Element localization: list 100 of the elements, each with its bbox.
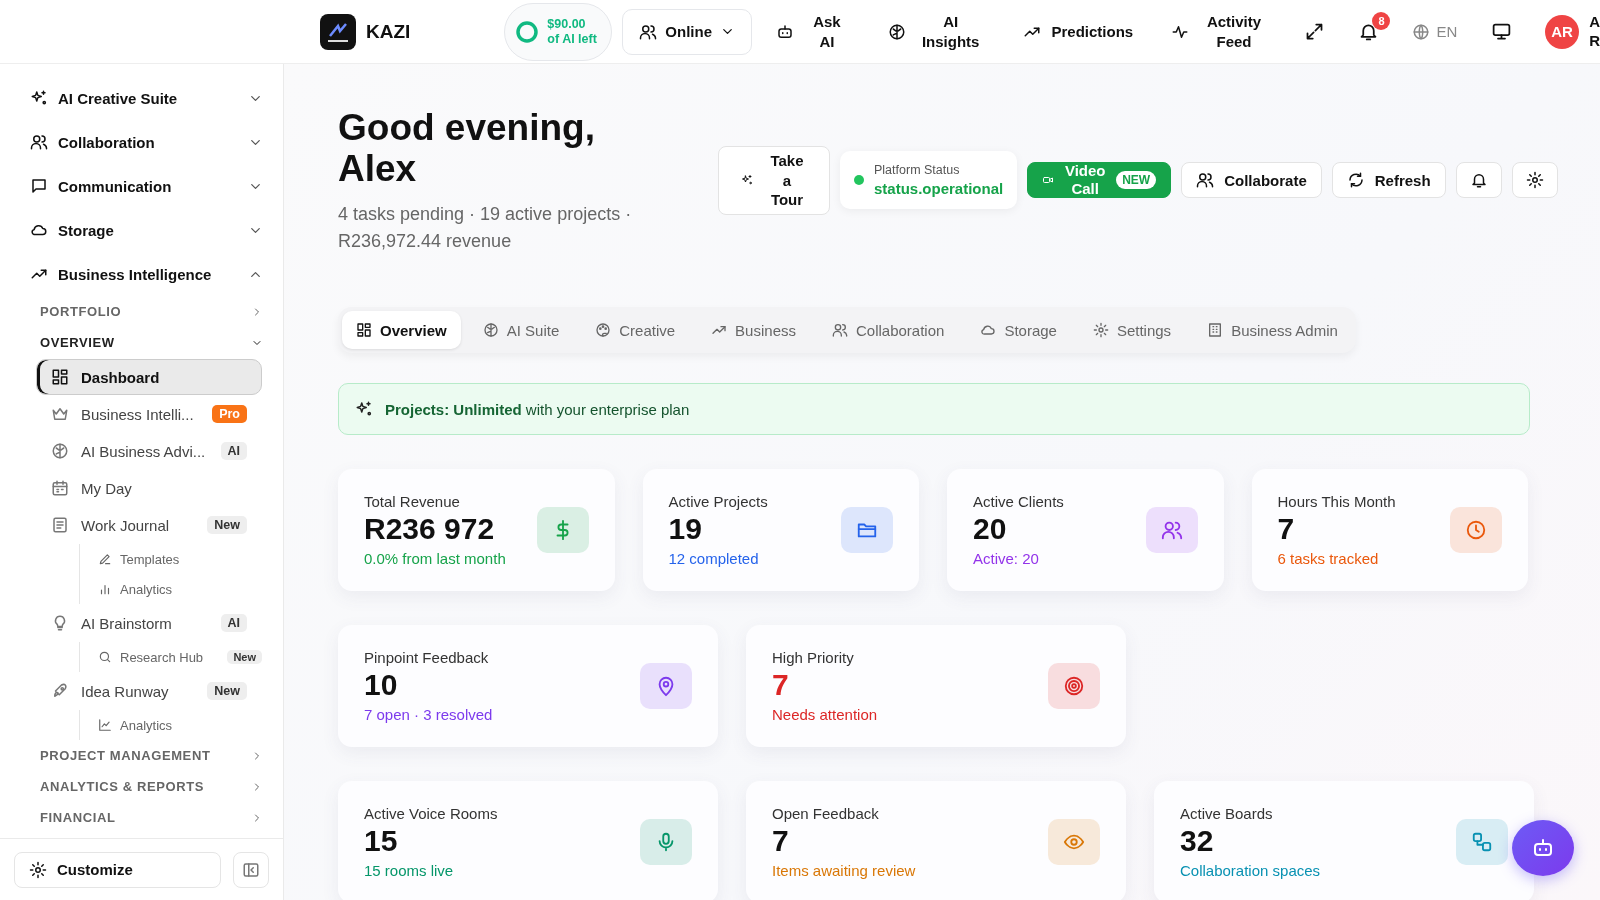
- metric-note: 7 open · 3 resolved: [364, 706, 493, 724]
- collapse-sidebar-button[interactable]: [233, 851, 269, 888]
- settings-button[interactable]: [1511, 162, 1558, 199]
- sparkle-icon: [30, 89, 48, 107]
- tab[interactable]: Collaboration: [818, 311, 959, 350]
- chat-icon: [30, 177, 48, 195]
- nav-button[interactable]: Predictions: [1009, 8, 1148, 55]
- status-value: status.operational: [874, 180, 1004, 198]
- metric-value: 10: [364, 668, 399, 703]
- nav-button[interactable]: Activity Feed: [1157, 8, 1283, 55]
- sidebar-group[interactable]: Business Intelligence: [30, 252, 263, 296]
- language-button[interactable]: EN: [1400, 22, 1470, 41]
- sidebar-item[interactable]: AI Business Advi... AI: [36, 433, 262, 469]
- tab[interactable]: Settings: [1078, 311, 1186, 350]
- notifications-button[interactable]: [1455, 162, 1502, 199]
- logo-icon: [320, 13, 356, 50]
- tab[interactable]: AI Suite: [468, 311, 574, 350]
- sidebar-group[interactable]: Communication: [30, 164, 263, 208]
- metric-value: 7: [1277, 512, 1296, 547]
- pencil-icon: [98, 552, 112, 566]
- metric-title: Active Clients: [973, 493, 1064, 511]
- user-name: R: [1589, 31, 1600, 51]
- tab[interactable]: Overview: [342, 311, 461, 350]
- sidebar-item[interactable]: AI Brainstorm AI: [36, 605, 262, 641]
- grid-icon: [356, 322, 372, 339]
- globe-icon: [1412, 22, 1431, 41]
- palette-icon: [595, 322, 612, 339]
- sidebar-subitem[interactable]: Templates: [80, 544, 262, 574]
- settings-icon: [29, 860, 47, 879]
- sidebar-item[interactable]: Business Intelli... Pro: [36, 396, 262, 432]
- metric-note: Active: 20: [973, 550, 1040, 568]
- nav-button[interactable]: AI Insights: [873, 8, 1000, 55]
- metric-note: 6 tasks tracked: [1277, 550, 1380, 568]
- bell-icon: [1469, 171, 1488, 190]
- sidebar-group[interactable]: Collaboration: [30, 120, 263, 164]
- brain-icon: [887, 22, 906, 41]
- sidebar-group[interactable]: Storage: [30, 208, 263, 252]
- sparkle-icon: [741, 174, 753, 187]
- sidebar-subitem[interactable]: Research Hub New: [80, 642, 262, 672]
- boards-icon: [1471, 831, 1493, 854]
- metric-note: 15 rooms live: [364, 862, 455, 880]
- sidebar-item[interactable]: My Day: [36, 470, 262, 506]
- sidebar-section[interactable]: PORTFOLIO: [30, 296, 263, 327]
- crown-icon: [51, 405, 69, 423]
- target-icon: [1063, 675, 1085, 698]
- progress-ring-icon: [515, 19, 540, 44]
- sidebar-section[interactable]: OVERVIEW: [30, 327, 263, 358]
- badge: AI: [220, 614, 247, 632]
- metric-value: 19: [668, 512, 703, 547]
- brain-icon: [51, 442, 69, 460]
- metric-value: 20: [973, 512, 1008, 547]
- tab[interactable]: Creative: [581, 311, 690, 350]
- metric-note: Collaboration spaces: [1180, 862, 1321, 880]
- sidebar-item[interactable]: Dashboard: [36, 359, 262, 395]
- sidebar-item[interactable]: Work Journal New: [36, 507, 262, 543]
- user-avatar[interactable]: AR: [1545, 14, 1580, 49]
- sidebar-group[interactable]: AI Creative Suite: [30, 76, 263, 120]
- tab[interactable]: Storage: [966, 311, 1071, 350]
- tab[interactable]: Business: [697, 311, 810, 350]
- users-icon: [639, 22, 658, 41]
- metric-note: Needs attention: [772, 706, 878, 724]
- logo-text: KAZI: [366, 20, 411, 43]
- metric-title: Active Boards: [1180, 805, 1274, 823]
- status-dot: [854, 175, 864, 186]
- metric-title: Active Projects: [668, 493, 768, 511]
- settings-icon: [1525, 171, 1544, 190]
- credit-text: $90.00 of AI left: [547, 16, 598, 47]
- metric-title: Hours This Month: [1277, 493, 1396, 511]
- rocket-icon: [51, 682, 69, 700]
- status-dropdown[interactable]: Online: [622, 8, 752, 55]
- user-name: A: [1589, 12, 1600, 32]
- sidebar-subitem[interactable]: Analytics: [80, 710, 262, 740]
- sidebar-section[interactable]: PROJECT MANAGEMENT: [30, 740, 263, 771]
- metric-note: Items awaiting review: [772, 862, 916, 880]
- greeting-title: Good evening, Alex: [338, 108, 596, 190]
- badge: Pro: [212, 405, 247, 423]
- collaborate-button[interactable]: Collaborate: [1181, 162, 1322, 199]
- tab[interactable]: Business Admin: [1193, 311, 1352, 350]
- badge: New: [207, 516, 247, 534]
- building-icon: [1207, 322, 1224, 339]
- metric-note: 0.0% from last month: [364, 550, 506, 568]
- grid-icon: [51, 368, 69, 386]
- robot-icon: [776, 22, 794, 41]
- tour-button[interactable]: Take a Tour: [718, 146, 830, 215]
- nav-button[interactable]: Ask AI: [762, 8, 864, 55]
- metric-title: Total Revenue: [364, 493, 461, 511]
- refresh-button[interactable]: Refresh: [1331, 162, 1446, 199]
- metric-note: 12 completed: [668, 550, 760, 568]
- sidebar-section[interactable]: ANALYTICS & REPORTS: [30, 771, 263, 802]
- refresh-icon: [1346, 171, 1365, 190]
- document-icon: [51, 516, 69, 534]
- notifications-button[interactable]: 8: [1346, 9, 1391, 54]
- metric-title: Pinpoint Feedback: [364, 649, 490, 667]
- customize-button[interactable]: Customize: [14, 851, 221, 888]
- sidebar-section[interactable]: FINANCIAL: [30, 802, 263, 833]
- sidebar-subitem[interactable]: Analytics: [80, 574, 262, 604]
- sidebar-item[interactable]: Idea Runway New: [36, 673, 262, 709]
- badge: New: [227, 650, 262, 664]
- panel-icon: [242, 860, 260, 879]
- metric-value: 7: [772, 824, 790, 859]
